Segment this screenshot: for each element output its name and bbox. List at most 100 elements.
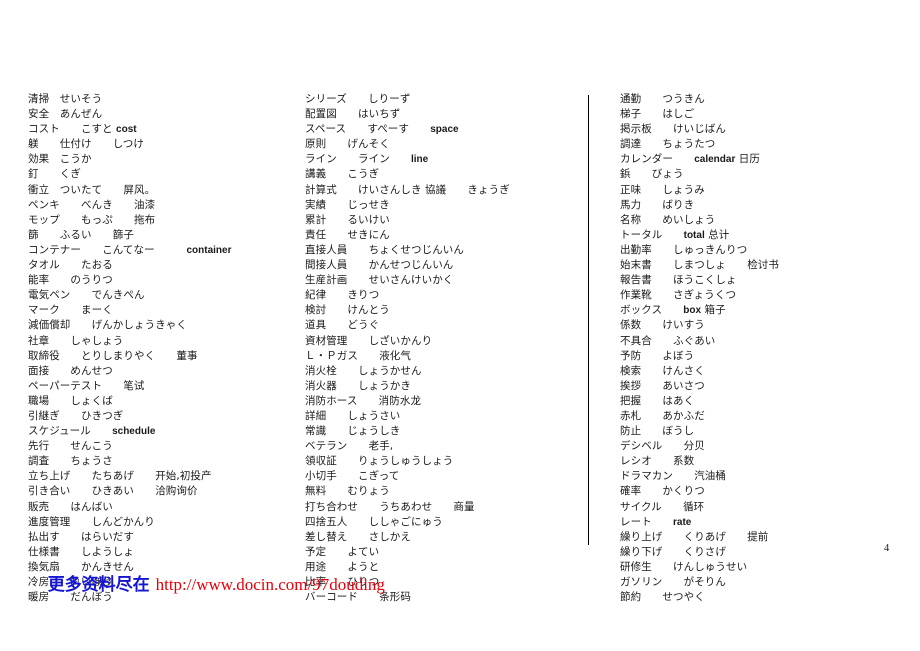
entry-term: タオル たおる bbox=[28, 259, 113, 272]
entry-term: 領収証 りょうしゅうしょう bbox=[305, 455, 454, 468]
vocabulary-entry: ドラマカン 汽油桶 bbox=[620, 469, 920, 484]
vocabulary-entry: 消火器 しょうかき bbox=[305, 379, 590, 394]
vocabulary-entry: 効果 こうか bbox=[28, 152, 295, 167]
watermark-url: http://www.docin.com/97douding bbox=[155, 575, 385, 594]
entry-term: 無料 むりょう bbox=[305, 485, 390, 498]
entry-english-gloss: total bbox=[683, 229, 705, 241]
vocabulary-entry: レシオ 系数 bbox=[620, 454, 920, 469]
word-list-columns: 清掃 せいそう 安全 あんぜん コスト こすと cost 躾 仕付け しつけ 効果 こう… bbox=[0, 92, 920, 605]
vocabulary-entry: 四捨五人 ししゃごにゅう bbox=[305, 515, 590, 530]
vocabulary-entry: 常識 じょうしき bbox=[305, 424, 590, 439]
vocabulary-entry: 先行 せんこう bbox=[28, 439, 295, 454]
entry-term: 安全 あんぜん bbox=[28, 108, 103, 121]
entry-term: ガソリン がそりん bbox=[620, 576, 726, 588]
vocabulary-entry: ライン ライン line bbox=[305, 152, 590, 167]
entry-term: 累計 るいけい bbox=[305, 213, 390, 226]
vocabulary-entry: 販売 はんばい bbox=[28, 500, 295, 515]
vocabulary-entry: ベテラン 老手, bbox=[305, 439, 590, 454]
vocabulary-entry: 計算式 けいさんしき 協議 きょうぎ bbox=[305, 183, 590, 198]
vocabulary-entry: 配置図 はいちず bbox=[305, 107, 590, 122]
entry-term: 名称 めいしょう bbox=[620, 213, 716, 226]
entry-term: 掲示板 けいじばん bbox=[620, 123, 726, 136]
vocabulary-entry: 面接 めんせつ bbox=[28, 364, 295, 379]
vocabulary-entry: 梯子 はしご bbox=[620, 107, 920, 122]
vocabulary-entry: 直接人員 ちょくせつじんいん bbox=[305, 243, 590, 258]
entry-term: スケジュール bbox=[28, 425, 113, 438]
entry-term: 打ち合わせ うちあわせ 商量 bbox=[305, 500, 475, 513]
vocabulary-entry: カレンダー calendar 日历 bbox=[620, 152, 920, 167]
entry-english-gloss: rate bbox=[673, 516, 692, 528]
entry-term: モップ もっぷ 拖布 bbox=[28, 213, 156, 226]
entry-term: 詳細 しょうさい bbox=[305, 409, 401, 422]
entry-english-gloss: schedule bbox=[112, 426, 156, 438]
vocabulary-entry: 能率 のうりつ bbox=[28, 273, 295, 288]
vocabulary-entry: 不具合 ふぐあい bbox=[620, 334, 920, 349]
vocabulary-entry: 篩 ふるい 篩子 bbox=[28, 228, 295, 243]
entry-term: 釘 くぎ bbox=[28, 168, 81, 181]
vocabulary-entry: 道具 どうぐ bbox=[305, 318, 590, 333]
entry-term: ペーパーテスト 笔试 bbox=[28, 379, 145, 392]
entry-term: 把握 はあく bbox=[620, 394, 695, 407]
entry-term: 繰り下げ くりさげ bbox=[620, 545, 726, 558]
entry-term: 電気ペン でんきぺん bbox=[28, 289, 145, 302]
entry-term: 販売 はんばい bbox=[28, 500, 113, 513]
vocabulary-entry: 繰り上げ くりあげ 提前 bbox=[620, 530, 920, 545]
entry-term: 小切手 こぎって bbox=[305, 470, 400, 483]
entry-term: 進度管理 しんどかんり bbox=[28, 515, 155, 528]
vocabulary-entry: 繰り下げ くりさげ bbox=[620, 545, 920, 560]
entry-term: 衝立 ついたて 屏风。 bbox=[28, 183, 156, 196]
vocabulary-entry: 調達 ちょうたつ bbox=[620, 137, 920, 152]
entry-term: シリーズ しりーず bbox=[305, 93, 411, 105]
vocabulary-entry: 領収証 りょうしゅうしょう bbox=[305, 454, 590, 469]
vocabulary-entry: 衝立 ついたて 屏风。 bbox=[28, 183, 295, 198]
entry-term: 消火栓 しょうかせん bbox=[305, 364, 422, 377]
entry-term: 防止 ぼうし bbox=[620, 425, 695, 438]
vocabulary-entry: 責任 せきにん bbox=[305, 228, 590, 243]
entry-term: 引き合い ひきあい 洽购询价 bbox=[28, 485, 198, 498]
entry-term: 先行 せんこう bbox=[28, 440, 113, 453]
entry-term: 間接人員 かんせつじんいん bbox=[305, 259, 454, 272]
vocabulary-entry: レート rate bbox=[620, 515, 920, 530]
entry-term: 調達 ちょうたつ bbox=[620, 138, 716, 151]
entry-english-gloss: container bbox=[186, 244, 232, 256]
vocabulary-entry: ペンキ べんき 油漆 bbox=[28, 198, 295, 213]
vocabulary-entry: デシベル 分贝 bbox=[620, 439, 920, 454]
entry-term: 通勤 つうきん bbox=[620, 93, 705, 105]
entry-term: 躾 仕付け しつけ bbox=[28, 138, 144, 151]
vocabulary-entry: 消防ホース 消防水龙 bbox=[305, 394, 590, 409]
footer-watermark: 更多资料尽在 http://www.docin.com/97douding bbox=[24, 555, 385, 615]
entry-term: 職場 しょくば bbox=[28, 394, 113, 407]
vocabulary-entry: 立ち上げ たちあげ 开始,初投产 bbox=[28, 469, 295, 484]
entry-term: 資材管理 しざいかんり bbox=[305, 334, 433, 347]
entry-term: 減価償却 げんかしょうきゃく bbox=[28, 319, 187, 332]
entry-term: 効果 こうか bbox=[28, 153, 92, 166]
entry-term: 面接 めんせつ bbox=[28, 364, 113, 377]
vocabulary-entry: モップ もっぷ 拖布 bbox=[28, 213, 295, 228]
entry-english-gloss: space bbox=[430, 124, 459, 136]
vocabulary-entry: ボックス box 箱子 bbox=[620, 303, 920, 318]
entry-term: 計算式 けいさんしき 協議 きょうぎ bbox=[305, 183, 510, 196]
entry-term: 馬力 ばりき bbox=[620, 198, 695, 211]
entry-term: 作業靴 さぎょうくつ bbox=[620, 289, 737, 302]
entry-term: 配置図 はいちず bbox=[305, 108, 401, 121]
vocabulary-entry: 検索 けんさく bbox=[620, 364, 920, 379]
vocabulary-entry: 間接人員 かんせつじんいん bbox=[305, 258, 590, 273]
vocabulary-entry: 無料 むりょう bbox=[305, 484, 590, 499]
entry-term: Ｌ・Ｐガス 液化气 bbox=[305, 349, 411, 362]
entry-term: 予防 よぼう bbox=[620, 349, 695, 362]
entry-term: 原則 げんそく bbox=[305, 138, 390, 151]
entry-term: 出勤率 しゅっきんりつ bbox=[620, 243, 748, 256]
vocabulary-entry: 検討 けんとう bbox=[305, 303, 590, 318]
entry-term: 赤札 あかふだ bbox=[620, 409, 705, 422]
entry-term: 能率 のうりつ bbox=[28, 274, 113, 287]
entry-english-gloss: box bbox=[683, 305, 702, 317]
vocabulary-entry: 節約 せつやく bbox=[620, 590, 920, 605]
entry-english-gloss: calendar bbox=[694, 154, 736, 166]
entry-term: 梯子 はしご bbox=[620, 108, 695, 121]
page-number: 4 bbox=[884, 543, 890, 554]
vocabulary-entry: コスト こすと cost bbox=[28, 122, 295, 137]
vocabulary-entry: 清掃 せいそう bbox=[28, 92, 295, 107]
entry-english-gloss: line bbox=[411, 154, 429, 166]
vocabulary-entry: 累計 るいけい bbox=[305, 213, 590, 228]
entry-term: 始末書 しまつしょ 检讨书 bbox=[620, 259, 779, 272]
